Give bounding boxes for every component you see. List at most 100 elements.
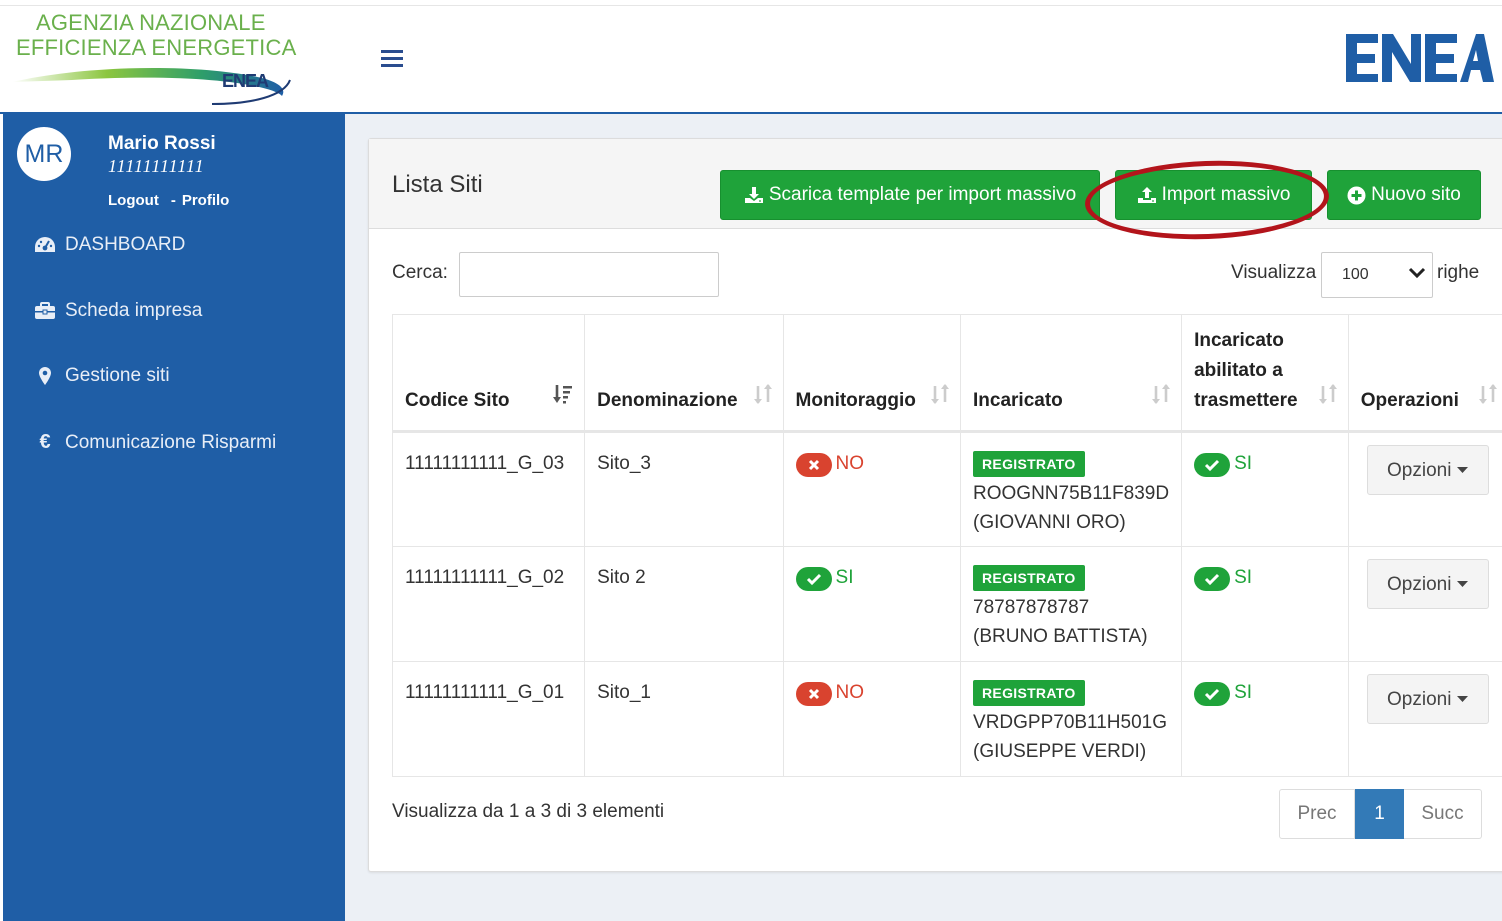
monitor-status-text: NO xyxy=(835,453,865,474)
enea-brand-logo[interactable] xyxy=(1344,30,1496,86)
map-marker-icon xyxy=(33,366,57,386)
cell-monitoraggio: NO xyxy=(782,431,962,547)
download-template-label: Scarica template per import massivo xyxy=(768,184,1077,205)
agency-logo-line1: AGENZIA NAZIONALE xyxy=(36,10,266,35)
assignee-name: (GIOVANNI ORO) xyxy=(973,512,1126,533)
check-icon xyxy=(795,567,832,591)
cell-operazioni: Opzioni xyxy=(1347,431,1502,547)
column-header-label: Incaricato abilitato a trasmettere xyxy=(1194,330,1298,411)
sidebar-item-scheda-impresa[interactable]: Scheda impresa xyxy=(33,300,202,322)
options-dropdown-button[interactable]: Opzioni xyxy=(1366,445,1489,495)
user-links: Logout - Profilo xyxy=(108,192,229,209)
table-header-row: Codice Sito Denominazione Monitoraggio I… xyxy=(391,314,1502,433)
sidebar-item-comunicazione-risparmi[interactable]: € Comunicazione Risparmi xyxy=(33,431,276,454)
cell-codice-sito: 11111111111_G_02 xyxy=(391,546,586,662)
column-header-incaricato-abilitato[interactable]: Incaricato abilitato a trasmettere xyxy=(1181,314,1349,433)
cell-codice-sito: 11111111111_G_01 xyxy=(391,661,586,777)
caret-down-icon xyxy=(1457,581,1469,587)
new-site-label: Nuovo sito xyxy=(1371,184,1461,205)
sort-icon xyxy=(930,383,950,415)
options-label: Opzioni xyxy=(1387,573,1452,595)
search-label: Cerca: xyxy=(392,262,448,283)
sidebar-item-dashboard[interactable]: DASHBOARD xyxy=(33,234,185,256)
pagination-next-button[interactable]: Succ xyxy=(1404,789,1482,839)
check-icon xyxy=(1194,453,1231,477)
assignee-name: (GIUSEPPE VERDI) xyxy=(973,741,1147,762)
column-header-monitoraggio[interactable]: Monitoraggio xyxy=(782,314,962,433)
caret-down-icon xyxy=(1457,696,1469,702)
x-icon xyxy=(795,682,832,706)
page-size-select[interactable]: 100 xyxy=(1321,252,1433,298)
column-header-label: Incaricato xyxy=(973,390,1063,411)
user-name: Mario Rossi xyxy=(108,133,216,154)
sidebar-item-label: Scheda impresa xyxy=(65,300,203,321)
cell-incaricato: REGISTRATO 78787878787 (BRUNO BATTISTA) xyxy=(960,546,1183,662)
page-size-label: Visualizza xyxy=(1231,262,1317,283)
dashboard-icon xyxy=(33,236,57,254)
logout-link[interactable]: Logout xyxy=(108,192,159,209)
sites-table: Codice Sito Denominazione Monitoraggio I… xyxy=(391,314,1502,777)
import-massivo-button[interactable]: Import massivo xyxy=(1115,170,1312,220)
monitor-status-text: SI xyxy=(835,567,854,588)
cell-abilitato: SI xyxy=(1181,431,1349,547)
check-icon xyxy=(1194,567,1231,591)
cell-abilitato: SI xyxy=(1181,546,1349,662)
cell-codice-sito: 11111111111_G_03 xyxy=(391,431,586,547)
plus-circle-icon xyxy=(1347,186,1366,205)
pagination-page-1[interactable]: 1 xyxy=(1355,789,1404,839)
sidebar-item-label: DASHBOARD xyxy=(65,234,186,255)
options-label: Opzioni xyxy=(1387,459,1452,481)
column-header-codice-sito[interactable]: Codice Sito xyxy=(391,314,586,433)
status-badge: REGISTRATO xyxy=(973,680,1085,706)
new-site-button[interactable]: Nuovo sito xyxy=(1327,170,1481,220)
search-input[interactable] xyxy=(459,252,719,297)
column-header-label: Operazioni xyxy=(1360,390,1459,411)
check-icon xyxy=(1194,682,1231,706)
top-header: AGENZIA NAZIONALE EFFICIENZA ENERGETICA … xyxy=(0,0,1502,114)
hamburger-icon[interactable] xyxy=(381,50,403,70)
column-header-incaricato[interactable]: Incaricato xyxy=(960,314,1183,433)
x-icon xyxy=(795,453,832,477)
profile-link[interactable]: Profilo xyxy=(182,192,230,209)
euro-icon: € xyxy=(39,431,51,453)
cell-monitoraggio: SI xyxy=(782,546,962,662)
status-badge: REGISTRATO xyxy=(973,565,1085,591)
upload-icon xyxy=(1137,186,1157,204)
pagination-prev-button[interactable]: Prec xyxy=(1279,789,1355,839)
import-massivo-label: Import massivo xyxy=(1161,184,1291,205)
pagination: Prec 1 Succ xyxy=(1279,789,1482,839)
agency-mini-enea-mark: ENEA xyxy=(222,71,269,91)
cell-operazioni: Opzioni xyxy=(1347,661,1502,777)
column-header-operazioni[interactable]: Operazioni xyxy=(1347,314,1502,433)
sites-panel: Lista Siti Scarica template per import m… xyxy=(368,138,1502,872)
column-header-label: Denominazione xyxy=(597,390,738,411)
avatar[interactable]: MR xyxy=(17,127,71,181)
options-dropdown-button[interactable]: Opzioni xyxy=(1366,674,1489,724)
enabled-status-text: SI xyxy=(1234,567,1253,588)
column-header-label: Codice Sito xyxy=(405,390,510,411)
briefcase-icon xyxy=(33,302,57,320)
assignee-name: (BRUNO BATTISTA) xyxy=(973,626,1148,647)
sidebar-item-label: Comunicazione Risparmi xyxy=(65,431,277,453)
options-dropdown-button[interactable]: Opzioni xyxy=(1366,559,1489,609)
user-code: 11111111111 xyxy=(108,156,205,176)
sort-icon xyxy=(1151,383,1171,415)
enabled-status-text: SI xyxy=(1234,682,1253,703)
column-header-denominazione[interactable]: Denominazione xyxy=(584,314,784,433)
cell-operazioni: Opzioni xyxy=(1347,546,1502,662)
cell-denominazione: Sito_3 xyxy=(584,431,784,547)
cell-denominazione: Sito_1 xyxy=(584,661,784,777)
agency-logo[interactable]: AGENZIA NAZIONALE EFFICIENZA ENERGETICA … xyxy=(12,10,302,108)
main-content: Lista Siti Scarica template per import m… xyxy=(345,114,1502,921)
sort-icon xyxy=(753,383,773,415)
enabled-status-text: SI xyxy=(1234,453,1253,474)
sidebar: MR Mario Rossi 11111111111 Logout - Profil… xyxy=(3,114,345,921)
column-header-label: Monitoraggio xyxy=(795,390,916,411)
sort-icon xyxy=(1318,383,1338,415)
page-size-value: 100 xyxy=(1342,266,1369,283)
download-template-button[interactable]: Scarica template per import massivo xyxy=(720,170,1100,220)
sort-icon xyxy=(1478,383,1498,415)
cell-abilitato: SI xyxy=(1181,661,1349,777)
table-info-text: Visualizza da 1 a 3 di 3 elementi xyxy=(392,801,665,822)
sidebar-item-gestione-siti[interactable]: Gestione siti xyxy=(33,365,170,387)
